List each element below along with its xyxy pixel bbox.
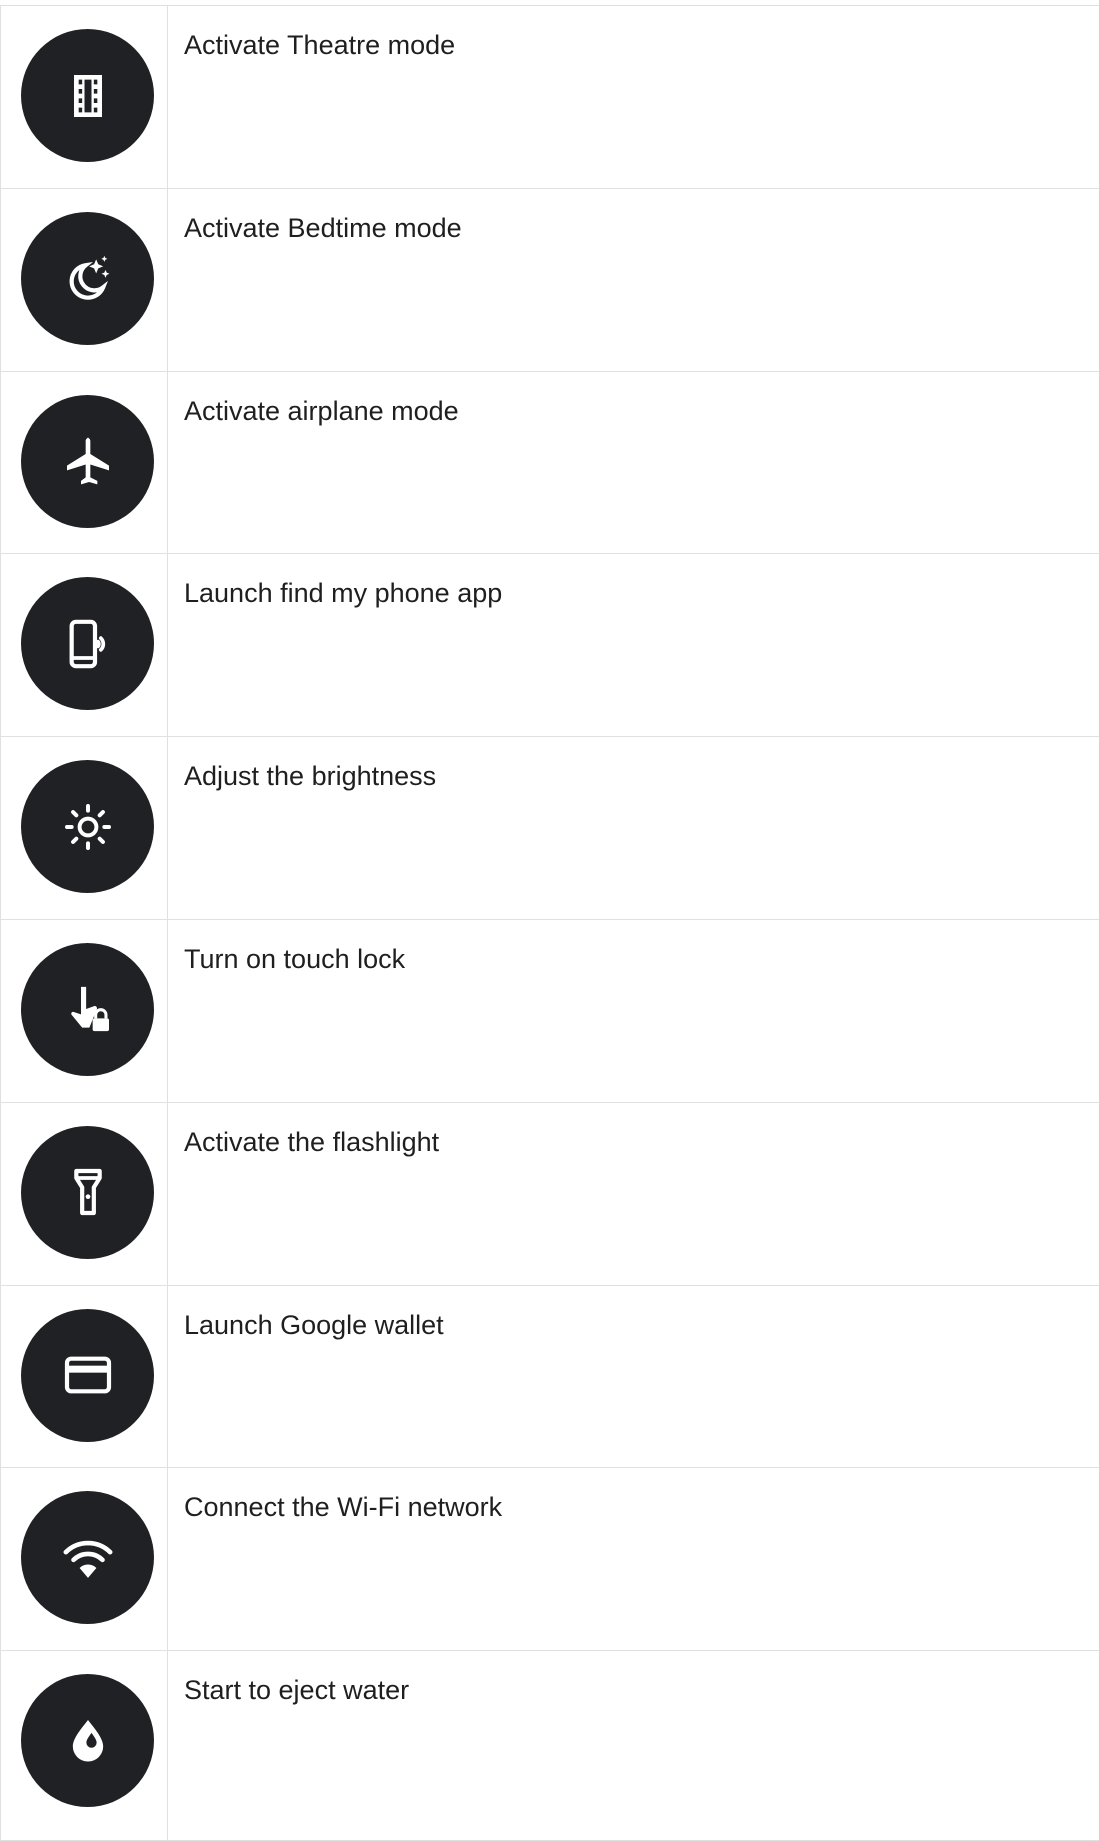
row-label: Turn on touch lock: [184, 943, 406, 974]
table-row: Activate Theatre mode: [0, 6, 1099, 189]
table-row: Launch Google wallet: [0, 1285, 1099, 1469]
bedtime-mode-icon: [69, 256, 109, 301]
flashlight-tile[interactable]: [21, 1125, 154, 1259]
row-label: Start to eject water: [184, 1675, 410, 1706]
icon-cell: [0, 554, 168, 737]
icon-cell: [0, 1285, 168, 1468]
wallet-card-icon: [64, 1356, 111, 1394]
icon-cell: [0, 188, 168, 371]
icon-cell: [0, 1651, 168, 1841]
find-my-phone-tile[interactable]: [21, 577, 154, 711]
row-label: Activate airplane mode: [184, 395, 459, 426]
brightness-tile[interactable]: [21, 760, 154, 894]
brightness-icon: [64, 803, 111, 850]
quick-settings-table: Activate Theatre mode Activate Bedtime m…: [0, 5, 1099, 1841]
row-label: Activate Bedtime mode: [184, 212, 462, 243]
row-label: Activate Theatre mode: [184, 30, 456, 60]
table-row: Activate the flashlight: [0, 1102, 1099, 1286]
icon-cell: [0, 1102, 168, 1285]
table-row: Activate Bedtime mode: [0, 188, 1099, 372]
find-my-phone-icon: [69, 619, 105, 669]
label-cell: Activate Theatre mode: [168, 6, 1099, 188]
airplane-mode-tile[interactable]: [21, 394, 154, 528]
google-wallet-tile[interactable]: [21, 1308, 154, 1442]
icon-cell: [0, 919, 168, 1102]
table-row: Turn on touch lock: [0, 919, 1099, 1103]
touch-lock-icon: [70, 987, 109, 1032]
flashlight-icon: [73, 1169, 102, 1216]
table-row: Adjust the brightness: [0, 737, 1099, 920]
water-lock-tile[interactable]: [21, 1674, 154, 1808]
row-label: Activate the flashlight: [184, 1126, 440, 1157]
label-cell: Activate Bedtime mode: [168, 189, 1099, 371]
label-cell: Activate the flashlight: [168, 1103, 1099, 1285]
table-row: Connect the Wi-Fi network: [0, 1468, 1099, 1652]
touch-lock-tile[interactable]: [21, 942, 154, 1076]
wifi-tile[interactable]: [21, 1491, 154, 1625]
row-label: Adjust the brightness: [184, 761, 437, 792]
airplane-icon: [66, 437, 109, 485]
icon-cell: [0, 737, 168, 919]
theatre-mode-tile[interactable]: [21, 29, 154, 162]
label-cell: Adjust the brightness: [168, 737, 1099, 919]
theatre-mode-icon: [73, 74, 102, 117]
row-label: Launch find my phone app: [184, 578, 503, 609]
bedtime-mode-tile[interactable]: [21, 211, 154, 345]
label-cell: Turn on touch lock: [168, 920, 1099, 1102]
icon-cell: [0, 371, 168, 554]
icon-cell: [0, 1468, 168, 1651]
table-row: Start to eject water: [0, 1651, 1099, 1841]
label-cell: Launch find my phone app: [168, 554, 1099, 736]
icon-cell: [0, 6, 168, 188]
table-row: Launch find my phone app: [0, 554, 1099, 738]
row-label: Connect the Wi-Fi network: [184, 1492, 503, 1523]
label-cell: Activate airplane mode: [168, 372, 1099, 554]
wifi-icon: [62, 1540, 112, 1578]
water-drop-icon: [72, 1719, 103, 1762]
label-cell: Start to eject water: [168, 1651, 1099, 1840]
label-cell: Launch Google wallet: [168, 1286, 1099, 1468]
table-row: Activate airplane mode: [0, 371, 1099, 555]
row-label: Launch Google wallet: [184, 1309, 444, 1340]
label-cell: Connect the Wi-Fi network: [168, 1468, 1099, 1650]
